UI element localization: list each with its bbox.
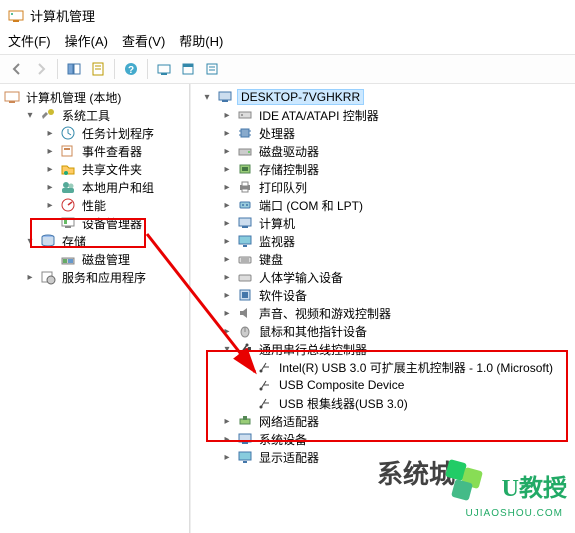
expand-icon[interactable]: ▸ bbox=[221, 217, 233, 229]
back-button[interactable] bbox=[6, 58, 28, 80]
menu-file[interactable]: 文件(F) bbox=[8, 31, 51, 50]
watermark-url: UJIAOSHOU.COM bbox=[466, 508, 563, 519]
clock-icon bbox=[60, 125, 76, 141]
expand-icon[interactable]: ▸ bbox=[221, 163, 233, 175]
sw-icon bbox=[237, 287, 253, 303]
dm-keyboards[interactable]: ▸键盘 bbox=[221, 250, 575, 268]
disk-icon bbox=[60, 251, 76, 267]
expand-icon[interactable]: ▸ bbox=[221, 181, 233, 193]
computer-mgmt-icon bbox=[4, 89, 20, 105]
tree-local-users[interactable]: ▸本地用户和组 bbox=[44, 178, 189, 196]
expand-icon[interactable]: ▸ bbox=[221, 127, 233, 139]
menu-view[interactable]: 查看(V) bbox=[122, 31, 165, 50]
perf-icon bbox=[60, 197, 76, 213]
dm-ide[interactable]: ▸IDE ATA/ATAPI 控制器 bbox=[221, 106, 575, 124]
pc-icon bbox=[237, 215, 253, 231]
tb-icon-2[interactable] bbox=[177, 58, 199, 80]
expand-icon[interactable]: ▸ bbox=[44, 163, 56, 175]
keyboard-icon bbox=[237, 251, 253, 267]
dm-computer[interactable]: ▾ DESKTOP-7VGHKRR bbox=[201, 88, 575, 106]
expand-icon[interactable]: ▸ bbox=[44, 127, 56, 139]
expand-icon[interactable]: ▸ bbox=[221, 235, 233, 247]
window-title: 计算机管理 bbox=[30, 6, 95, 25]
help-button[interactable]: ? bbox=[120, 58, 142, 80]
event-icon bbox=[60, 143, 76, 159]
expand-icon[interactable]: ▸ bbox=[44, 181, 56, 193]
watermark-brand2: U教授 bbox=[502, 468, 567, 503]
expand-icon[interactable]: ▸ bbox=[221, 289, 233, 301]
computer-icon bbox=[217, 89, 233, 105]
titlebar: 计算机管理 bbox=[0, 0, 575, 29]
left-pane: 计算机管理 (本地) ▾ 系统工具 ▸任务计划程序 ▸事件查看器 ▸共享文件夹 bbox=[0, 84, 190, 533]
tree-system-tools[interactable]: ▾ 系统工具 bbox=[24, 106, 189, 124]
services-icon bbox=[40, 269, 56, 285]
expand-icon[interactable]: ▸ bbox=[221, 145, 233, 157]
expand-icon[interactable]: ▸ bbox=[221, 271, 233, 283]
tree-services-apps[interactable]: ▸ 服务和应用程序 bbox=[24, 268, 189, 286]
dm-disk-drives[interactable]: ▸磁盘驱动器 bbox=[221, 142, 575, 160]
expand-icon[interactable]: ▸ bbox=[221, 451, 233, 463]
tree-disk-mgmt[interactable]: 磁盘管理 bbox=[44, 250, 189, 268]
properties-button[interactable] bbox=[87, 58, 109, 80]
tree-root[interactable]: 计算机管理 (本地) bbox=[4, 88, 189, 106]
tree-task-scheduler[interactable]: ▸任务计划程序 bbox=[44, 124, 189, 142]
dm-monitors[interactable]: ▸监视器 bbox=[221, 232, 575, 250]
dm-software-devices[interactable]: ▸软件设备 bbox=[221, 286, 575, 304]
sound-icon bbox=[237, 305, 253, 321]
app-icon bbox=[8, 8, 24, 24]
expand-icon[interactable]: ▸ bbox=[221, 325, 233, 337]
tb-icon-3[interactable] bbox=[201, 58, 223, 80]
menu-action[interactable]: 操作(A) bbox=[65, 31, 108, 50]
tree-performance[interactable]: ▸性能 bbox=[44, 196, 189, 214]
annotation-highlight-right bbox=[206, 350, 568, 442]
dm-hid[interactable]: ▸人体学输入设备 bbox=[221, 268, 575, 286]
tools-icon bbox=[40, 107, 56, 123]
display-icon bbox=[237, 449, 253, 465]
menubar: 文件(F) 操作(A) 查看(V) 帮助(H) bbox=[0, 29, 575, 54]
dm-cpu[interactable]: ▸处理器 bbox=[221, 124, 575, 142]
expand-icon[interactable]: ▸ bbox=[221, 307, 233, 319]
printer-icon bbox=[237, 179, 253, 195]
hdd-icon bbox=[237, 143, 253, 159]
hid-icon bbox=[237, 269, 253, 285]
show-hide-button[interactable] bbox=[63, 58, 85, 80]
folder-share-icon bbox=[60, 161, 76, 177]
watermark-logo-icon bbox=[435, 451, 495, 511]
tree-event-viewer[interactable]: ▸事件查看器 bbox=[44, 142, 189, 160]
ide-icon bbox=[237, 107, 253, 123]
monitor-icon bbox=[237, 233, 253, 249]
storage-ctrl-icon bbox=[237, 161, 253, 177]
expand-icon[interactable]: ▾ bbox=[201, 91, 213, 103]
users-icon bbox=[60, 179, 76, 195]
dm-computers[interactable]: ▸计算机 bbox=[221, 214, 575, 232]
mouse-icon bbox=[237, 323, 253, 339]
expand-icon[interactable]: ▸ bbox=[44, 199, 56, 211]
expand-icon[interactable]: ▸ bbox=[44, 145, 56, 157]
svg-text:?: ? bbox=[128, 65, 134, 76]
port-icon bbox=[237, 197, 253, 213]
cpu-icon bbox=[237, 125, 253, 141]
dm-ports[interactable]: ▸端口 (COM 和 LPT) bbox=[221, 196, 575, 214]
expand-icon[interactable]: ▸ bbox=[221, 199, 233, 211]
forward-button[interactable] bbox=[30, 58, 52, 80]
expand-icon[interactable]: ▸ bbox=[24, 271, 36, 283]
dm-sound[interactable]: ▸声音、视频和游戏控制器 bbox=[221, 304, 575, 322]
tree-shared-folders[interactable]: ▸共享文件夹 bbox=[44, 160, 189, 178]
dm-storage-ctrl[interactable]: ▸存储控制器 bbox=[221, 160, 575, 178]
toolbar: ? bbox=[0, 54, 575, 84]
expand-icon[interactable]: ▸ bbox=[221, 109, 233, 121]
expand-icon[interactable]: ▾ bbox=[24, 109, 36, 121]
annotation-highlight-left bbox=[30, 218, 146, 248]
tb-icon-1[interactable] bbox=[153, 58, 175, 80]
menu-help[interactable]: 帮助(H) bbox=[179, 31, 223, 50]
dm-print-queues[interactable]: ▸打印队列 bbox=[221, 178, 575, 196]
expand-icon[interactable]: ▸ bbox=[221, 253, 233, 265]
dm-mice[interactable]: ▸鼠标和其他指针设备 bbox=[221, 322, 575, 340]
